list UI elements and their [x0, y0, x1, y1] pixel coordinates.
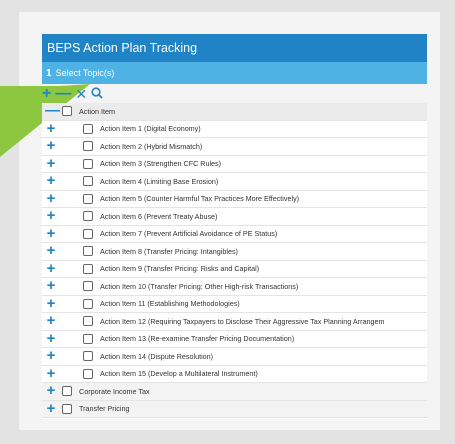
- item-checkbox[interactable]: [83, 158, 93, 169]
- tree-item[interactable]: + Action Item 9 (Transfer Pricing: Risks …: [42, 261, 427, 278]
- tree-item[interactable]: + Action Item 14 (Dispute Resolution): [42, 348, 427, 366]
- item-label: Action Item 2 (Hybrid Mismatch): [100, 141, 203, 151]
- item-label: Action Item 6 (Prevent Treaty Abuse): [100, 211, 218, 221]
- tree-toolbar: + — ✕: [42, 86, 427, 102]
- group-label: Corporate Income Tax: [79, 386, 150, 396]
- item-label: Action Item 1 (Digital Economy): [100, 124, 201, 134]
- item-checkbox[interactable]: [83, 298, 93, 309]
- item-checkbox[interactable]: [83, 123, 93, 134]
- item-checkbox[interactable]: [83, 141, 93, 152]
- topic-tree: — Action Item + Action Item 1 (Digital Ec…: [42, 103, 427, 419]
- expand-icon[interactable]: +: [45, 366, 57, 381]
- expand-icon[interactable]: +: [45, 243, 57, 258]
- tree-group-transfer-pricing[interactable]: + Transfer Pricing: [42, 400, 427, 418]
- expand-all-button[interactable]: +: [42, 86, 51, 102]
- expand-icon[interactable]: +: [45, 156, 57, 171]
- window-title-text: BEPS Action Plan Tracking: [47, 41, 198, 55]
- step-number: 1: [46, 68, 52, 79]
- group-label: Action Item: [79, 106, 115, 116]
- item-label: Action Item 8 (Transfer Pricing: Intangi…: [100, 246, 238, 256]
- expand-icon[interactable]: +: [45, 331, 57, 346]
- tree-item[interactable]: + Action Item 3 (Strengthen CFC Rules): [42, 156, 427, 173]
- tree-item[interactable]: + Action Item 8 (Transfer Pricing: Intang…: [42, 243, 427, 261]
- window-title: BEPS Action Plan Tracking: [42, 34, 427, 62]
- item-label: Action Item 12 (Requiring Taxpayers to D…: [100, 316, 385, 326]
- expand-icon[interactable]: +: [45, 226, 57, 241]
- tree-item[interactable]: + Action Item 1 (Digital Economy): [42, 121, 427, 138]
- group-label: Transfer Pricing: [79, 404, 130, 414]
- group-checkbox[interactable]: [62, 386, 72, 397]
- item-checkbox[interactable]: [83, 263, 93, 274]
- item-checkbox[interactable]: [83, 246, 93, 257]
- tree-group-corporate-income-tax[interactable]: + Corporate Income Tax: [42, 383, 427, 401]
- item-label: Action Item 14 (Dispute Resolution): [100, 351, 214, 361]
- search-icon[interactable]: [91, 86, 103, 102]
- expand-icon[interactable]: +: [45, 296, 57, 311]
- item-label: Action Item 11 (Establishing Methodologi…: [100, 299, 240, 309]
- expand-icon[interactable]: +: [45, 208, 57, 223]
- item-checkbox[interactable]: [83, 333, 93, 344]
- tree-item[interactable]: + Action Item 13 (Re-examine Transfer Pri…: [42, 331, 427, 348]
- tree-item[interactable]: + Action Item 10 (Transfer Pricing: Other…: [42, 278, 427, 296]
- item-label: Action Item 4 (Limiting Base Erosion): [100, 176, 219, 186]
- item-checkbox[interactable]: [83, 368, 93, 379]
- expand-icon[interactable]: +: [45, 191, 57, 206]
- item-label: Action Item 10 (Transfer Pricing: Other …: [100, 281, 299, 291]
- tree-item[interactable]: + Action Item 5 (Counter Harmful Tax Prac…: [42, 191, 427, 208]
- tree-item[interactable]: + Action Item 7 (Prevent Artificial Avoid…: [42, 226, 427, 243]
- item-checkbox[interactable]: [83, 211, 93, 222]
- expand-icon[interactable]: +: [45, 401, 57, 416]
- item-checkbox[interactable]: [83, 351, 93, 362]
- tree-item[interactable]: + Action Item 6 (Prevent Treaty Abuse): [42, 208, 427, 226]
- item-checkbox[interactable]: [83, 228, 93, 239]
- tree-item[interactable]: + Action Item 4 (Limiting Base Erosion): [42, 173, 427, 191]
- expand-icon[interactable]: +: [45, 348, 57, 363]
- expand-icon[interactable]: +: [45, 383, 57, 398]
- collapse-all-button[interactable]: —: [55, 86, 71, 102]
- item-checkbox[interactable]: [83, 316, 93, 327]
- expand-icon[interactable]: +: [45, 173, 57, 188]
- item-label: Action Item 7 (Prevent Artificial Avoida…: [100, 229, 278, 239]
- tree-item[interactable]: + Action Item 11 (Establishing Methodolog…: [42, 296, 427, 313]
- group-checkbox[interactable]: [62, 403, 72, 414]
- tree-item[interactable]: + Action Item 12 (Requiring Taxpayers to …: [42, 313, 427, 331]
- tree-item[interactable]: + Action Item 2 (Hybrid Mismatch): [42, 138, 427, 156]
- collapse-icon[interactable]: —: [45, 103, 60, 118]
- expand-icon[interactable]: +: [45, 121, 57, 136]
- item-checkbox[interactable]: [83, 176, 93, 187]
- tree-item[interactable]: + Action Item 15 (Develop a Multilateral …: [42, 366, 427, 383]
- tree-group-action-item[interactable]: — Action Item: [42, 103, 427, 121]
- expand-icon[interactable]: +: [45, 278, 57, 293]
- step-header[interactable]: 1 Select Topic(s): [42, 62, 427, 84]
- item-label: Action Item 13 (Re-examine Transfer Pric…: [100, 334, 295, 344]
- item-checkbox[interactable]: [83, 193, 93, 204]
- item-label: Action Item 15 (Develop a Multilateral I…: [100, 369, 258, 379]
- group-checkbox[interactable]: [62, 106, 72, 117]
- item-label: Action Item 9 (Transfer Pricing: Risks a…: [100, 264, 260, 274]
- item-label: Action Item 5 (Counter Harmful Tax Pract…: [100, 194, 300, 204]
- item-checkbox[interactable]: [83, 281, 93, 292]
- expand-icon[interactable]: +: [45, 261, 57, 276]
- step-label: Select Topic(s): [55, 68, 115, 78]
- clear-button[interactable]: ✕: [75, 87, 87, 101]
- expand-icon[interactable]: +: [45, 138, 57, 153]
- expand-icon[interactable]: +: [45, 313, 57, 328]
- item-label: Action Item 3 (Strengthen CFC Rules): [100, 159, 222, 169]
